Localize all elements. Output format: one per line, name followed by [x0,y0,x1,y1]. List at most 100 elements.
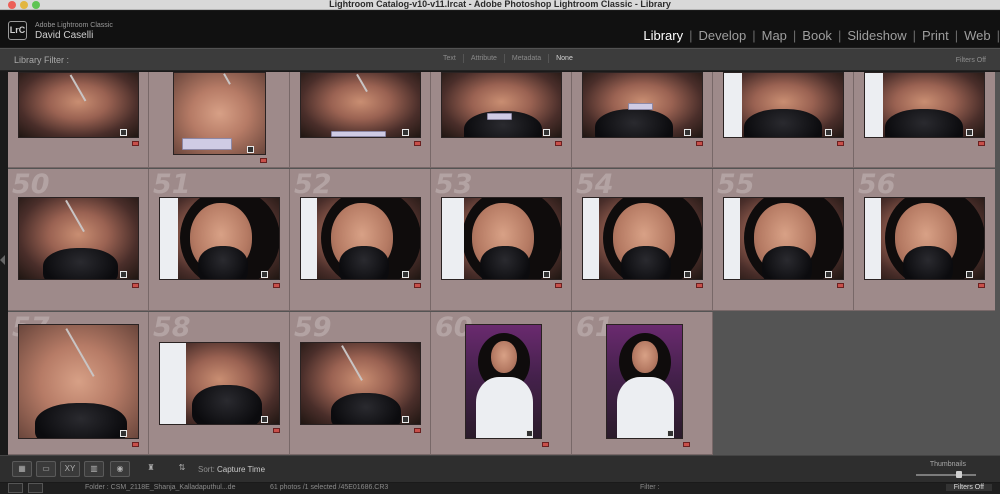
grid-cell[interactable]: 56 [854,169,995,311]
sort-select[interactable]: Capture Time [217,465,265,474]
grid-cell[interactable]: 61 [572,312,713,455]
color-label-icon [273,283,280,288]
module-library[interactable]: Library [637,28,689,43]
grid-cell[interactable] [854,72,995,168]
thumbnail[interactable] [606,324,683,439]
grid-cell[interactable] [572,72,713,168]
edit-badge-icon [966,271,973,278]
thumbnail[interactable] [173,72,266,155]
painter-icon[interactable]: ♜ [144,461,158,477]
coat-shape [617,377,674,438]
thumbnail-size-knob[interactable] [956,471,962,478]
cell-index: 50 [12,169,50,200]
module-map[interactable]: Map [756,28,793,43]
grid-cell[interactable]: 59 [290,312,431,455]
grid-cell[interactable]: 53 [431,169,572,311]
thumbnail[interactable] [582,197,703,280]
thumbnail-size-slider[interactable] [916,474,976,476]
cell-index: 53 [435,169,473,200]
color-label-icon [414,141,421,146]
filmstrip-filters-off[interactable]: Filters Off [945,484,992,491]
grid-cell[interactable] [713,72,854,168]
edit-badge-icon [543,271,550,278]
coat-shape [301,198,317,279]
filter-preset-dropdown[interactable]: Filters Off [956,57,986,64]
color-label-icon [978,141,985,146]
thumbnail[interactable] [300,197,421,280]
cell-index: 54 [576,169,614,200]
grid-cell[interactable] [8,72,149,168]
edit-badge-icon [120,129,127,136]
vial-shape [487,113,512,120]
face-shape [491,341,517,373]
thumbnail[interactable] [864,197,985,280]
grid-cell[interactable]: 55 [713,169,854,311]
module-slideshow[interactable]: Slideshow [841,28,912,43]
grid-view-icon[interactable]: ▦ [12,461,32,477]
grid-cell[interactable]: 51 [149,169,290,311]
color-label-icon [696,283,703,288]
color-label-icon [555,283,562,288]
filter-tab-attribute[interactable]: Attribute [462,54,504,63]
grid-cell[interactable] [431,72,572,168]
left-panel-toggle-icon[interactable] [0,255,5,265]
coat-shape [865,73,883,137]
edit-badge-icon [543,129,550,136]
color-label-icon [683,442,690,447]
lrc-logo-icon: LrC [8,21,27,40]
sort-label: Sort: [198,465,215,474]
grid-cell[interactable]: 57 [8,312,149,455]
module-print[interactable]: Print [916,28,955,43]
glove-shape [621,246,671,279]
edit-badge-icon [825,129,832,136]
module-web[interactable]: Web [958,28,997,43]
glove-shape [595,109,673,137]
coat-shape [583,198,599,279]
edit-badge-icon [684,271,691,278]
window-titlebar: Lightroom Catalog-v10-v11.lrcat - Adobe … [0,0,1000,10]
grid-cell[interactable]: 54 [572,169,713,311]
thumbnail[interactable] [300,342,421,425]
thumbnail[interactable] [723,197,844,280]
second-window-icon[interactable] [28,483,43,493]
filter-tab-text[interactable]: Text [436,54,463,63]
color-label-icon [132,141,139,146]
thumbnail[interactable] [441,197,562,280]
main-window-icon[interactable] [8,483,23,493]
survey-view-icon[interactable]: ▥ [84,461,104,477]
edit-badge-icon [402,129,409,136]
grid-cell[interactable]: 52 [290,169,431,311]
edit-badge-icon [825,271,832,278]
filter-tab-none[interactable]: None [548,54,580,63]
grid-cell[interactable]: 60 [431,312,572,455]
grid-cell[interactable]: 50 [8,169,149,311]
face-shape [632,341,658,373]
library-toolbar: ▦ ▭ XY ▥ ◉ ♜ ⇅ Sort: Capture Time Thumbn… [0,455,1000,482]
sort-direction-icon[interactable]: ⇅ [172,461,192,477]
thumbnail[interactable] [159,342,280,425]
color-label-icon [273,428,280,433]
compare-view-icon[interactable]: XY [60,461,80,477]
color-label-icon [978,283,985,288]
dropper-shape [65,328,95,377]
thumbnail[interactable] [159,197,280,280]
edit-badge-icon [261,271,268,278]
coat-shape [442,198,464,279]
module-book[interactable]: Book [796,28,838,43]
folder-path[interactable]: Folder : CSM_2118E_Shanja_Kalladaputhul.… [85,484,235,491]
filter-tab-metadata[interactable]: Metadata [503,54,548,63]
thumbnail[interactable] [465,324,542,439]
thumbnail[interactable] [18,324,139,439]
cell-index: 55 [717,169,755,200]
loupe-view-icon[interactable]: ▭ [36,461,56,477]
grid-cell[interactable] [149,72,290,168]
thumbnail[interactable] [18,197,139,280]
selection-count: 61 photos /1 selected /45E01686.CR3 [270,484,389,491]
grid-cell[interactable]: 58 [149,312,290,455]
glove-shape [339,246,389,279]
grid-cell[interactable] [290,72,431,168]
people-view-icon[interactable]: ◉ [110,461,130,477]
edit-badge-icon [247,146,254,153]
module-develop[interactable]: Develop [693,28,753,43]
edit-badge-icon [966,129,973,136]
